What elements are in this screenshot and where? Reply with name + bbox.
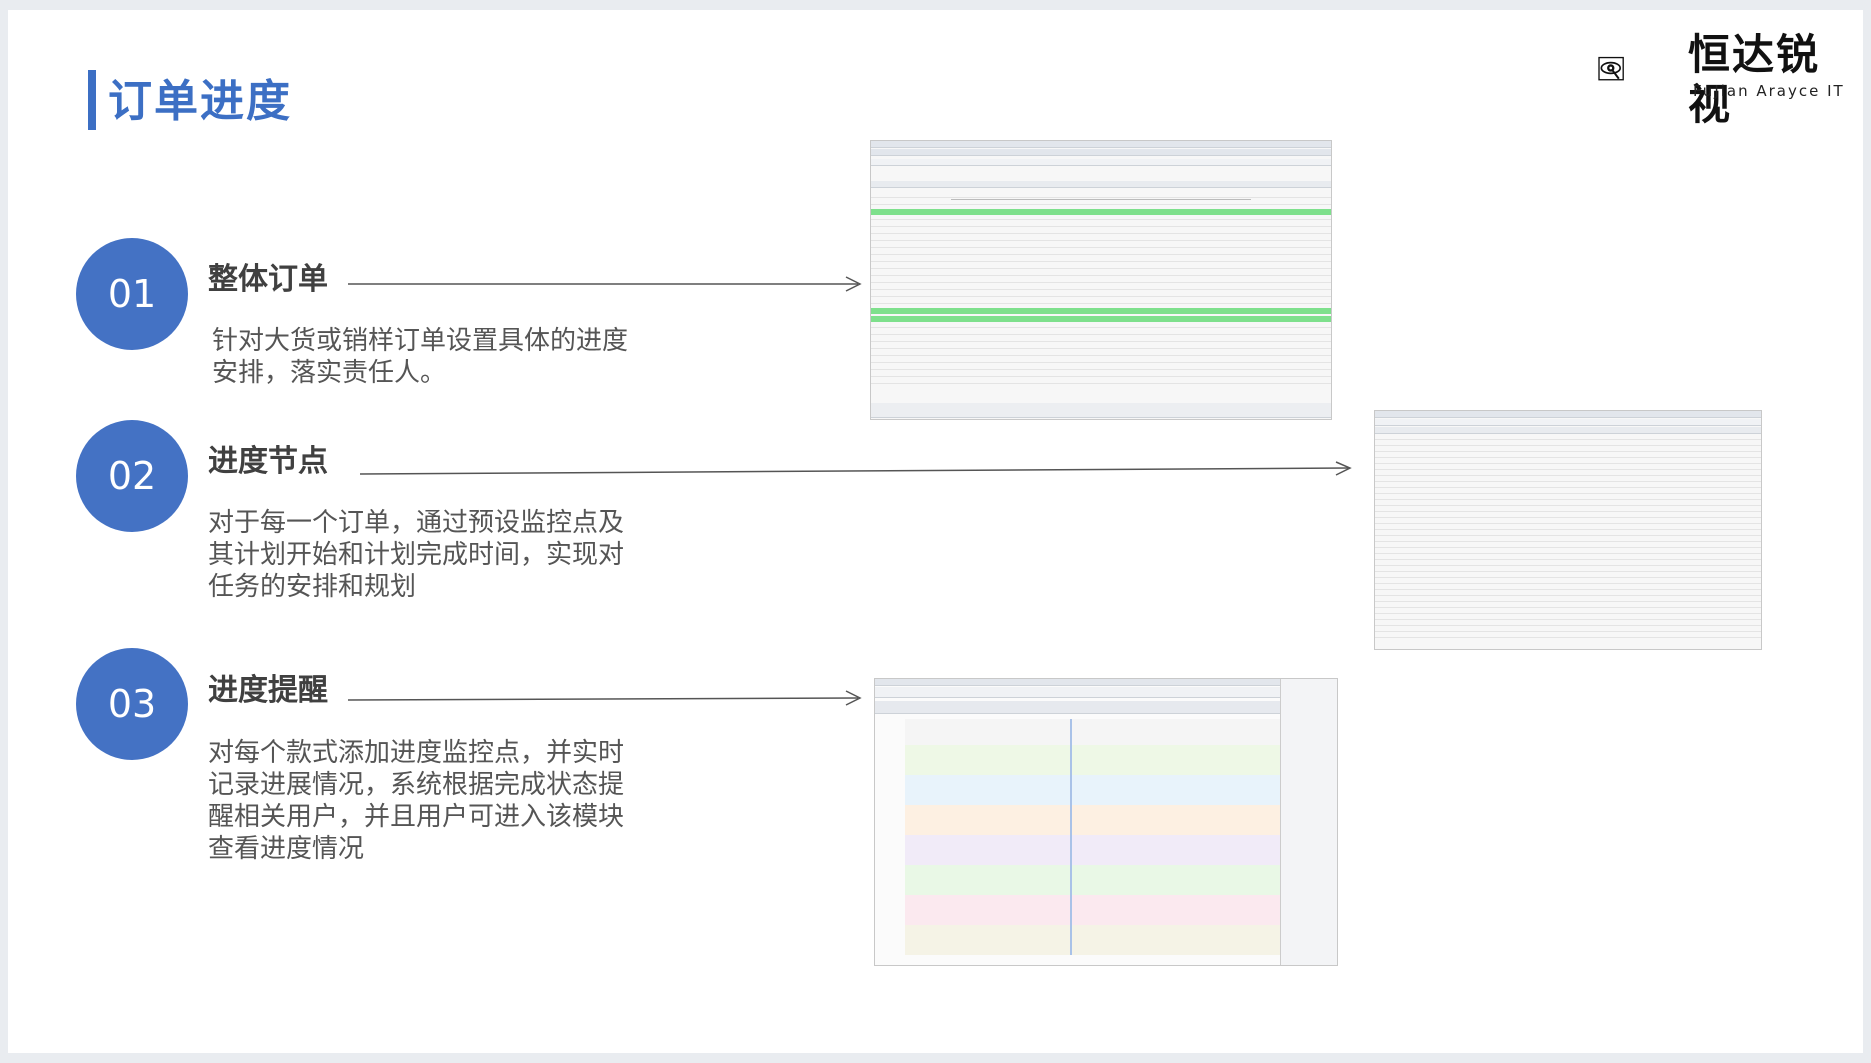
order-table-screenshot	[870, 140, 1332, 420]
arrow-03	[347, 690, 862, 706]
slide: 订单进度 恒达锐视 FuJian Arayce IT 01 整体订单 针对大货或…	[8, 10, 1863, 1053]
section-heading-01: 整体订单	[208, 262, 328, 297]
section-desc-03: 对每个款式添加进度监控点，并实时记录进展情况，系统根据完成状态提醒相关用户，并且…	[208, 738, 625, 864]
section-number-03: 03	[76, 648, 188, 760]
company-subtitle: FuJian Arayce IT	[1693, 82, 1845, 100]
page-title: 订单进度	[108, 76, 292, 127]
eye-logo-icon	[1598, 56, 1624, 81]
progress-reminder-screenshot	[874, 678, 1338, 966]
progress-nodes-screenshot	[1374, 410, 1762, 650]
company-name: 恒达锐视	[1688, 30, 1821, 129]
section-desc-02: 对于每一个订单，通过预设监控点及其计划开始和计划完成时间，实现对任务的安排和规划	[208, 508, 625, 602]
section-heading-03: 进度提醒	[208, 673, 328, 708]
section-desc-01: 针对大货或销样订单设置具体的进度安排，落实责任人。	[212, 326, 629, 388]
section-number-02: 02	[76, 420, 188, 532]
arrow-01	[348, 276, 862, 292]
section-heading-02: 进度节点	[208, 444, 328, 479]
arrow-02	[359, 461, 1352, 476]
title-accent-bar	[88, 70, 96, 130]
section-number-01: 01	[76, 238, 188, 350]
